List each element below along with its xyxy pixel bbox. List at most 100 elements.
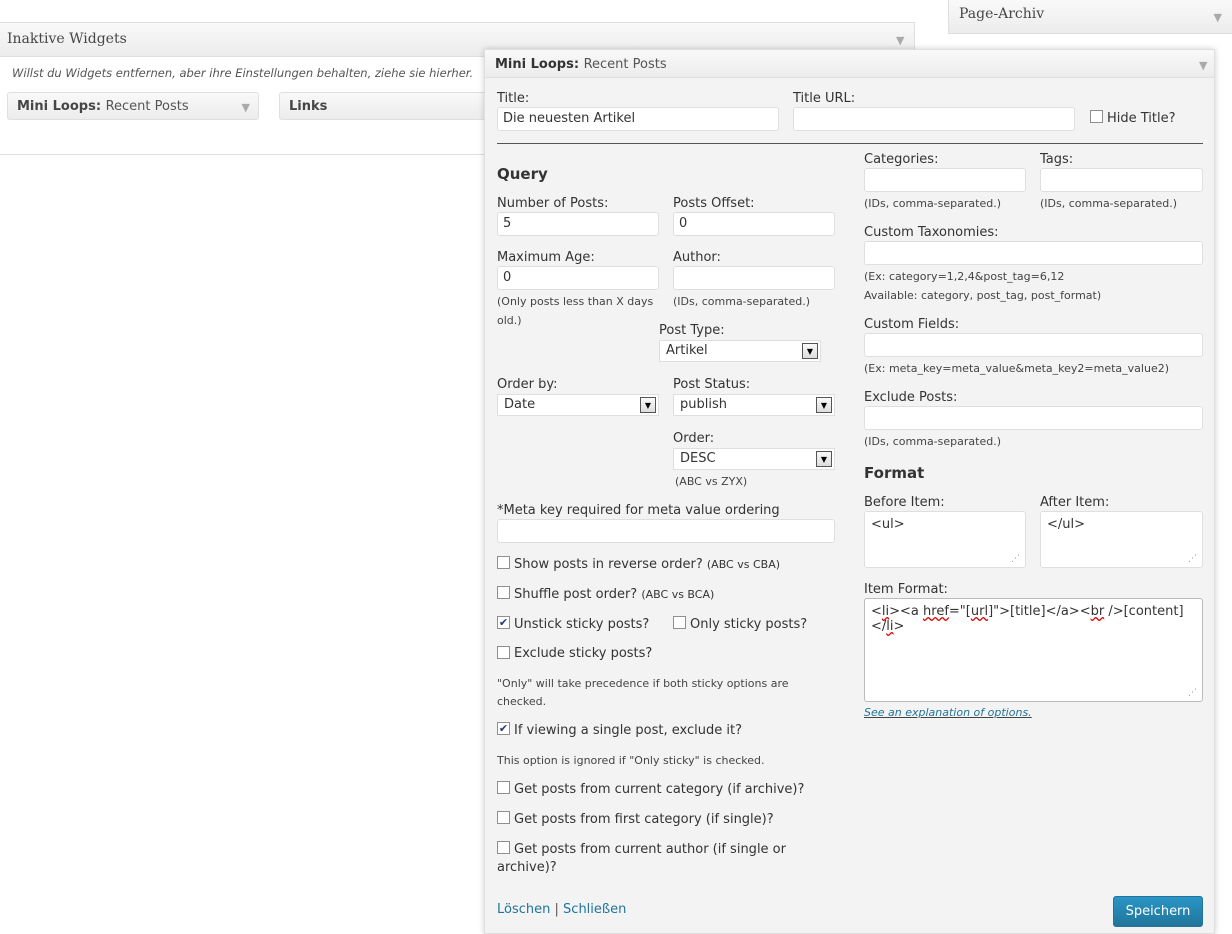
- custom-taxonomies-label: Custom Taxonomies:: [864, 225, 999, 240]
- tags-label: Tags:: [1040, 152, 1074, 167]
- item-format-textarea[interactable]: <li><a href="[url]">[title]</a><br />[co…: [864, 598, 1203, 702]
- widget-subtitle: Recent Posts: [583, 57, 667, 72]
- dropdown-arrow-icon[interactable]: ▼: [640, 397, 656, 413]
- meta-key-label: *Meta key required for meta value orderi…: [497, 503, 780, 518]
- hide-title-label: Hide Title?: [1107, 111, 1176, 126]
- categories-input[interactable]: [864, 168, 1026, 192]
- reverse-order-label: Show posts in reverse order? (ABC vs CBA…: [514, 557, 781, 572]
- post-type-select[interactable]: Artikel ▼: [659, 340, 821, 362]
- query-heading: Query: [497, 165, 548, 183]
- posts-offset-input[interactable]: 0: [673, 212, 835, 236]
- after-item-value: </ul>: [1047, 517, 1086, 532]
- order-by-select[interactable]: Date ▼: [497, 394, 659, 416]
- page-archive-panel[interactable]: Page-Archiv ▼: [948, 0, 1232, 34]
- title-label: Title:: [497, 91, 530, 106]
- widget-sub-name: Recent Posts: [105, 99, 189, 114]
- max-age-label: Maximum Age:: [497, 250, 595, 265]
- inactive-widgets-description: Willst du Widgets entfernen, aber ihre E…: [12, 66, 474, 80]
- order-by-label: Order by:: [497, 377, 558, 392]
- resize-grip-icon[interactable]: ⋰: [1188, 554, 1198, 564]
- exclude-posts-input[interactable]: [864, 406, 1203, 430]
- widget-header[interactable]: Mini Loops: Recent Posts: [485, 50, 1214, 78]
- title-input[interactable]: Die neuesten Artikel: [497, 107, 779, 131]
- hide-title-checkbox[interactable]: [1090, 110, 1103, 123]
- exclude-single-checkbox[interactable]: ✔: [497, 722, 510, 735]
- toggle-arrow-icon[interactable]: ▼: [896, 34, 904, 47]
- before-item-textarea[interactable]: <ul> ⋰: [864, 511, 1026, 568]
- only-sticky-checkbox[interactable]: [673, 616, 686, 629]
- item-format-value: <li><a href="[url]">[title]</a><br />[co…: [871, 604, 1184, 634]
- widget-name: Links: [289, 99, 328, 114]
- order-hint: (ABC vs ZYX): [675, 475, 748, 488]
- separator: |: [554, 902, 559, 917]
- after-item-textarea[interactable]: </ul> ⋰: [1040, 511, 1203, 568]
- current-author-label-2: archive)?: [497, 860, 557, 875]
- exclude-sticky-label: Exclude sticky posts?: [514, 646, 653, 661]
- dropdown-arrow-icon[interactable]: ▼: [802, 343, 818, 359]
- widget-name: Mini Loops:: [17, 99, 102, 114]
- post-type-label: Post Type:: [659, 323, 725, 338]
- post-type-value: Artikel: [666, 343, 708, 358]
- only-sticky-label: Only sticky posts?: [690, 617, 808, 632]
- divider: [497, 143, 1203, 144]
- order-label: Order:: [673, 431, 715, 446]
- widget-control-actions: Löschen | Schließen: [497, 902, 626, 917]
- current-author-label: Get posts from current author (if single…: [514, 842, 786, 857]
- max-age-hint: (Only posts less than X days: [497, 295, 654, 308]
- custom-fields-input[interactable]: [864, 333, 1203, 357]
- dropdown-arrow-icon[interactable]: ▼: [816, 451, 832, 467]
- shuffle-checkbox[interactable]: [497, 586, 510, 599]
- reverse-order-checkbox[interactable]: [497, 556, 510, 569]
- tags-input[interactable]: [1040, 168, 1203, 192]
- unstick-checkbox[interactable]: ✔: [497, 616, 510, 629]
- exclude-posts-hint: (IDs, comma-separated.): [864, 435, 1001, 448]
- current-category-checkbox[interactable]: [497, 781, 510, 794]
- explanation-link[interactable]: See an explanation of options.: [864, 703, 1032, 722]
- widget-title: Mini Loops:: [495, 57, 580, 72]
- format-heading: Format: [864, 464, 925, 482]
- custom-fields-hint: (Ex: meta_key=meta_value&meta_key2=meta_…: [864, 362, 1170, 375]
- categories-hint: (IDs, comma-separated.): [864, 197, 1001, 210]
- before-item-label: Before Item:: [864, 495, 945, 510]
- custom-taxonomies-input[interactable]: [864, 241, 1203, 265]
- tags-hint: (IDs, comma-separated.): [1040, 197, 1177, 210]
- toggle-arrow-icon[interactable]: ▼: [1199, 59, 1207, 72]
- first-category-label: Get posts from first category (if single…: [514, 812, 774, 827]
- resize-grip-icon[interactable]: ⋰: [1188, 688, 1198, 698]
- custom-taxonomies-hint: (Ex: category=1,2,4&post_tag=6,12: [864, 270, 1065, 283]
- sticky-note-2: checked.: [497, 695, 547, 708]
- order-select[interactable]: DESC ▼: [673, 448, 835, 470]
- title-url-input[interactable]: [793, 107, 1075, 131]
- post-status-select[interactable]: publish ▼: [673, 394, 835, 416]
- toggle-arrow-icon[interactable]: ▼: [242, 101, 250, 114]
- save-button[interactable]: Speichern: [1113, 896, 1203, 927]
- max-age-input[interactable]: 0: [497, 266, 659, 290]
- post-status-label: Post Status:: [673, 377, 751, 392]
- exclude-single-label: If viewing a single post, exclude it?: [514, 723, 742, 738]
- first-category-checkbox[interactable]: [497, 811, 510, 824]
- custom-fields-label: Custom Fields:: [864, 317, 960, 332]
- shuffle-hint: (ABC vs BCA): [641, 588, 715, 601]
- exclude-posts-label: Exclude Posts:: [864, 390, 958, 405]
- page-archive-title: Page-Archiv: [959, 6, 1045, 22]
- current-author-checkbox[interactable]: [497, 841, 510, 854]
- delete-link[interactable]: Löschen: [497, 902, 550, 917]
- inactive-widget-links[interactable]: Links: [279, 92, 489, 120]
- close-link[interactable]: Schließen: [563, 902, 626, 917]
- item-format-label: Item Format:: [864, 582, 948, 597]
- posts-offset-label: Posts Offset:: [673, 196, 755, 211]
- toggle-arrow-icon[interactable]: ▼: [1214, 11, 1222, 24]
- categories-label: Categories:: [864, 152, 939, 167]
- resize-grip-icon[interactable]: ⋰: [1011, 554, 1021, 564]
- num-posts-input[interactable]: 5: [497, 212, 659, 236]
- inactive-widget-mini-loops[interactable]: Mini Loops: Recent Posts ▼: [7, 92, 259, 120]
- exclude-sticky-checkbox[interactable]: [497, 646, 510, 659]
- sticky-note: "Only" will take precedence if both stic…: [497, 677, 789, 690]
- custom-taxonomies-available: Available: category, post_tag, post_form…: [864, 289, 1102, 302]
- before-item-value: <ul>: [871, 517, 905, 532]
- unstick-label: Unstick sticky posts?: [514, 617, 650, 632]
- meta-key-input[interactable]: [497, 519, 835, 543]
- num-posts-label: Number of Posts:: [497, 196, 609, 211]
- author-input[interactable]: [673, 266, 835, 290]
- dropdown-arrow-icon[interactable]: ▼: [816, 397, 832, 413]
